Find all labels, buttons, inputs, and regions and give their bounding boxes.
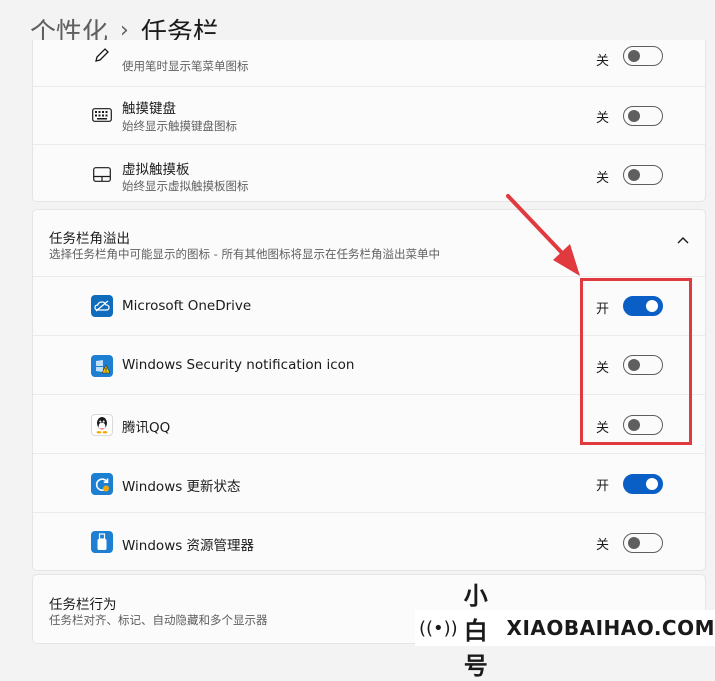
touch-keyboard-subtitle: 始终显示触摸键盘图标 xyxy=(122,119,237,133)
windows-security-icon xyxy=(91,355,113,377)
windows-explorer-toggle-label: 关 xyxy=(596,538,610,553)
chevron-up-icon[interactable] xyxy=(677,232,689,248)
onedrive-icon xyxy=(91,295,113,317)
behavior-section-title: 任务栏行为 xyxy=(49,597,117,613)
usb-drive-icon xyxy=(91,531,113,553)
virtual-touchpad-title: 虚拟触摸板 xyxy=(122,162,190,178)
qq-icon xyxy=(91,414,113,436)
touch-keyboard-toggle[interactable] xyxy=(623,106,663,126)
qq-label: 腾讯QQ xyxy=(122,420,171,436)
keyboard-icon xyxy=(91,104,113,126)
watermark-name: 小白号 xyxy=(463,581,489,680)
pen-menu-subtitle: 使用笔时显示笔菜单图标 xyxy=(122,59,249,73)
watermark-badge: ((•)) 小白号 XIAOBAIHAO.COM xyxy=(415,582,715,680)
overflow-item-windows-update: Windows 更新状态 开 xyxy=(33,453,705,512)
system-tray-icons-card: 使用笔时显示笔菜单图标 关 触摸键盘 始终显示触摸键盘图标 关 虚拟触摸板 始终… xyxy=(32,40,706,202)
pen-menu-toggle[interactable] xyxy=(623,46,663,66)
virtual-touchpad-toggle[interactable] xyxy=(623,165,663,185)
overflow-section-header[interactable]: 任务栏角溢出 选择任务栏角中可能显示的图标 - 所有其他图标将显示在任务栏角溢出… xyxy=(33,210,705,276)
virtual-touchpad-row: 虚拟触摸板 始终显示虚拟触摸板图标 关 xyxy=(33,144,705,202)
touch-keyboard-row: 触摸键盘 始终显示触摸键盘图标 关 xyxy=(33,86,705,144)
windows-explorer-label: Windows 资源管理器 xyxy=(122,538,255,554)
overflow-section-title: 任务栏角溢出 xyxy=(49,231,130,247)
overflow-item-windows-explorer: Windows 资源管理器 关 xyxy=(33,512,705,571)
windows-update-toggle[interactable] xyxy=(623,474,663,494)
windows-explorer-toggle[interactable] xyxy=(623,533,663,553)
overflow-section-description: 选择任务栏角中可能显示的图标 - 所有其他图标将显示在任务栏角溢出菜单中 xyxy=(49,247,440,261)
virtual-touchpad-subtitle: 始终显示虚拟触摸板图标 xyxy=(122,179,249,193)
breadcrumb-separator-icon: › xyxy=(120,17,129,43)
broadcast-icon: ((•)) xyxy=(419,617,458,639)
windows-update-toggle-label: 开 xyxy=(596,479,610,494)
pen-menu-row: 使用笔时显示笔菜单图标 关 xyxy=(33,40,705,80)
behavior-section-description: 任务栏对齐、标记、自动隐藏和多个显示器 xyxy=(49,613,268,627)
touch-keyboard-toggle-label: 关 xyxy=(596,111,610,126)
virtual-touchpad-toggle-label: 关 xyxy=(596,171,610,186)
onedrive-label: Microsoft OneDrive xyxy=(122,298,252,314)
watermark-site: XIAOBAIHAO.COM xyxy=(506,616,715,640)
pen-menu-toggle-label: 关 xyxy=(596,54,610,69)
windows-update-icon xyxy=(91,473,113,495)
windows-update-label: Windows 更新状态 xyxy=(122,479,241,495)
annotation-highlight-box xyxy=(580,278,692,445)
touch-keyboard-title: 触摸键盘 xyxy=(122,101,176,117)
pen-icon xyxy=(91,44,113,66)
windows-security-label: Windows Security notification icon xyxy=(122,357,355,373)
touchpad-icon xyxy=(91,163,113,185)
